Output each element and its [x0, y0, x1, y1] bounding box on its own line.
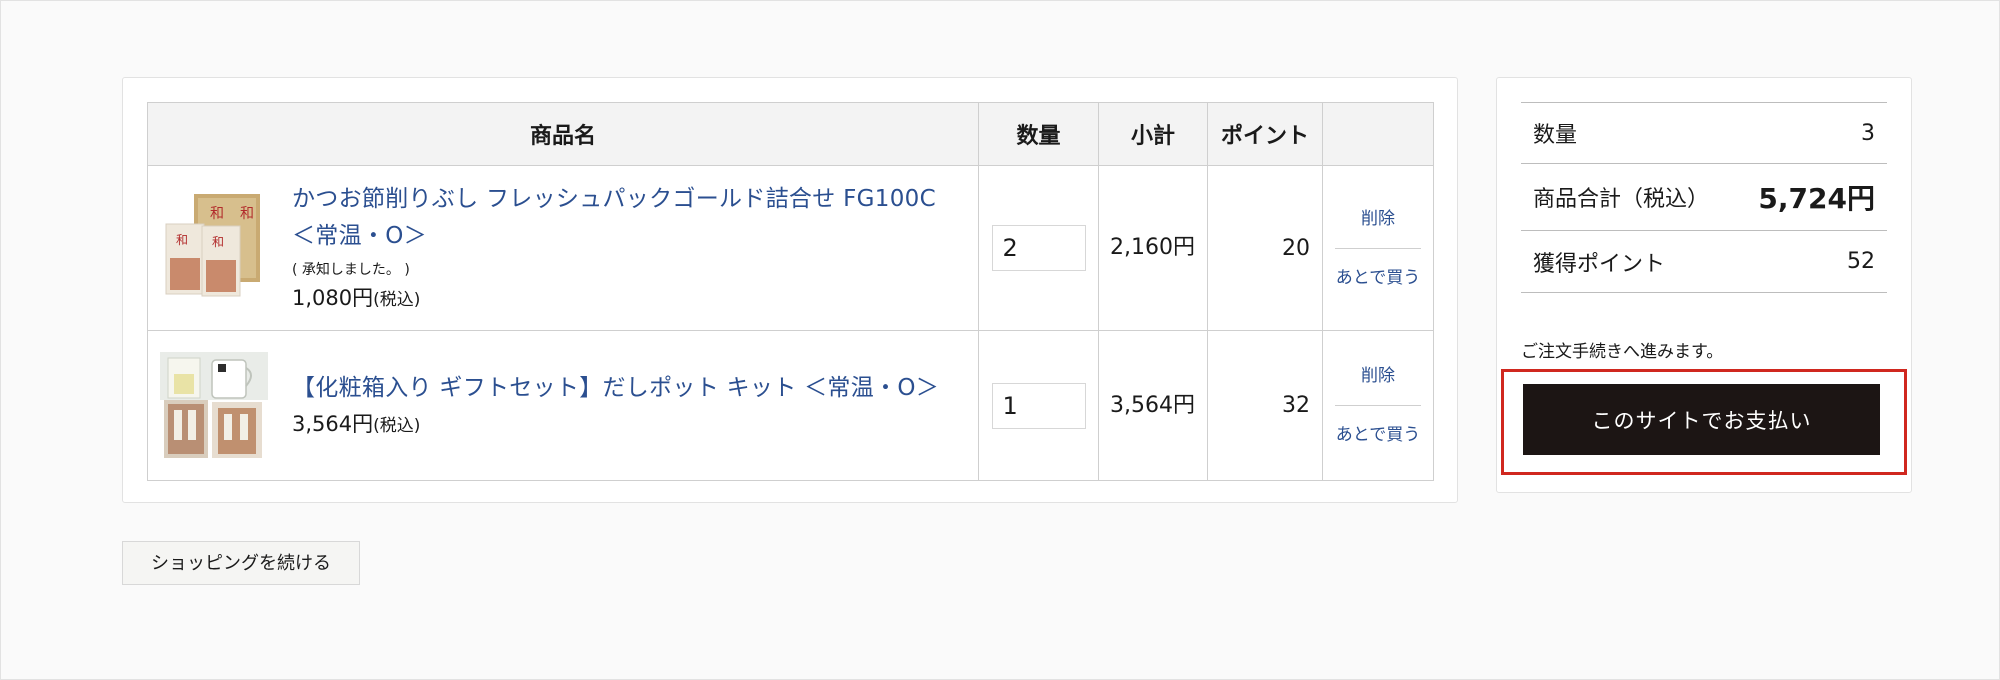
subtotal-value: 2,160円: [1110, 235, 1195, 260]
summary-quantity-value: 3: [1861, 120, 1875, 146]
summary-points-label: 獲得ポイント: [1533, 251, 1666, 277]
action-divider: [1335, 247, 1421, 249]
product-thumbnail[interactable]: [160, 351, 268, 460]
continue-shopping-button[interactable]: ショッピングを続ける: [122, 541, 360, 585]
svg-text:和: 和: [212, 235, 224, 249]
product-note: ( 承知しました。 ): [292, 262, 410, 278]
subtotal-cell: 2,160円: [1098, 165, 1208, 331]
quantity-cell: [978, 165, 1099, 331]
delete-link[interactable]: 削除: [1335, 361, 1421, 391]
subtotal-value: 3,564円: [1110, 392, 1195, 418]
dashi-pot-kit-image: [160, 351, 268, 460]
summary-points-row: 獲得ポイント 52: [1521, 230, 1887, 293]
header-quantity: 数量: [978, 102, 1099, 166]
cart-panel: 商品名 数量 小計 ポイント 和 和 和 和 かつお節削りぶし フレッシュパック…: [122, 77, 1458, 503]
table-row: 和 和 和 和 かつお節削りぶし フレッシュパックゴールド詰合せ FG100C …: [147, 165, 1434, 331]
buy-later-link[interactable]: あとで買う: [1335, 420, 1421, 450]
svg-text:和: 和: [240, 206, 254, 222]
product-name-link[interactable]: かつお節削りぶし フレッシュパックゴールド詰合せ FG100C ＜常温・O＞: [292, 181, 966, 255]
action-divider: [1335, 405, 1421, 406]
product-unit-price: 3,564円(税込): [292, 409, 966, 441]
header-actions: [1322, 102, 1434, 166]
quantity-cell: [978, 330, 1099, 481]
summary-quantity-label: 数量: [1533, 123, 1578, 148]
cart-table: 商品名 数量 小計 ポイント 和 和 和 和 かつお節削りぶし フレッシュパック…: [147, 102, 1434, 481]
katsuobushi-gift-image: 和 和 和 和: [160, 194, 268, 302]
subtotal-cell: 3,564円: [1098, 330, 1208, 481]
product-name-link[interactable]: 【化粧箱入り ギフトセット】だしポット キット ＜常温・O＞: [292, 370, 966, 407]
product-cell: 和 和 和 和 かつお節削りぶし フレッシュパックゴールド詰合せ FG100C …: [147, 165, 979, 331]
product-price-value: 3,564円: [292, 412, 374, 436]
points-cell: 20: [1207, 165, 1323, 331]
summary-points-value: 52: [1847, 249, 1875, 274]
summary-total-row: 商品合計（税込） 5,724円: [1521, 163, 1887, 230]
points-cell: 32: [1207, 330, 1323, 481]
summary-total-label: 商品合計（税込）: [1533, 187, 1710, 212]
summary-quantity-row: 数量 3: [1521, 102, 1887, 163]
summary-list: 数量 3 商品合計（税込） 5,724円 獲得ポイント 52: [1521, 102, 1887, 293]
table-row: 【化粧箱入り ギフトセット】だしポット キット ＜常温・O＞ 3,564円(税込…: [147, 330, 1434, 481]
quantity-input[interactable]: [991, 382, 1086, 429]
header-product: 商品名: [147, 102, 979, 166]
pay-on-this-site-button[interactable]: このサイトでお支払い: [1523, 384, 1880, 455]
delete-link[interactable]: 削除: [1335, 204, 1421, 234]
svg-text:和: 和: [176, 233, 188, 247]
cart-header-row: 商品名 数量 小計 ポイント: [147, 102, 1434, 166]
checkout-note: ご注文手続きへ進みます。: [1521, 342, 1724, 362]
buy-later-link[interactable]: あとで買う: [1335, 263, 1421, 293]
product-cell: 【化粧箱入り ギフトセット】だしポット キット ＜常温・O＞ 3,564円(税込…: [147, 330, 979, 481]
order-summary-panel: 数量 3 商品合計（税込） 5,724円 獲得ポイント 52 ご注文手続きへ進み…: [1496, 77, 1912, 493]
product-unit-price: 1,080円(税込): [292, 283, 966, 315]
header-subtotal: 小計: [1098, 102, 1208, 166]
tax-label: (税込): [373, 416, 421, 436]
tax-label: (税込): [373, 290, 421, 310]
quantity-input[interactable]: [991, 225, 1086, 271]
header-points: ポイント: [1207, 102, 1323, 166]
summary-total-value: 5,724円: [1758, 182, 1875, 215]
points-value: 20: [1282, 235, 1310, 261]
svg-text:和: 和: [210, 206, 224, 222]
actions-cell: 削除 あとで買う: [1322, 330, 1434, 481]
points-value: 32: [1282, 393, 1310, 418]
actions-cell: 削除 あとで買う: [1322, 165, 1434, 331]
product-price-value: 1,080円: [292, 286, 374, 310]
product-thumbnail[interactable]: 和 和 和 和: [160, 194, 268, 302]
